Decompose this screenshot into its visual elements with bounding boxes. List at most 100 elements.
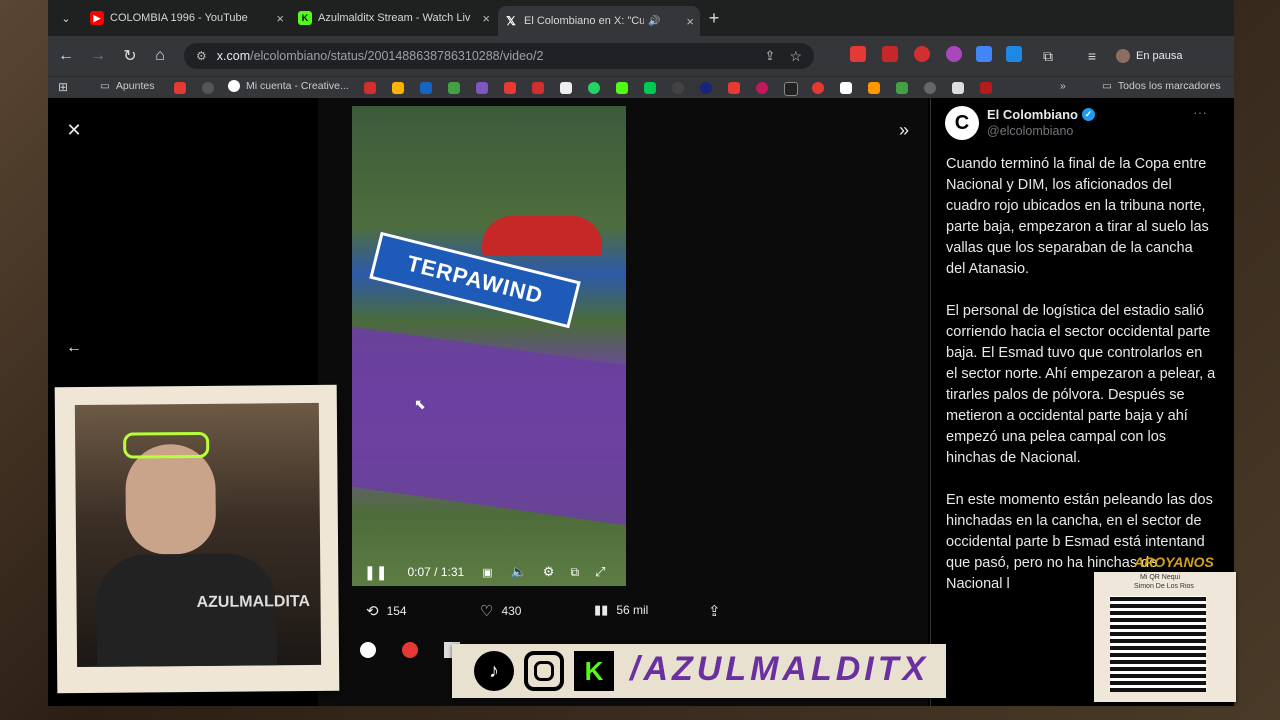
new-tab-button[interactable]: + [702,6,726,30]
tab-search-chevron-icon[interactable]: ⌄ [54,6,78,30]
bookmark-mi-cuenta[interactable]: Mi cuenta - Creative... [228,80,349,92]
translate-icon[interactable] [976,46,992,62]
bookmark-folder-apuntes[interactable]: ▭ Apuntes [100,80,154,92]
bookmark-icon[interactable] [952,82,964,94]
extension-icon[interactable] [946,46,962,62]
bookmark-icon[interactable] [202,82,214,94]
tab-label: Azulmalditx Stream - Watch Liv [318,12,471,24]
social-banner: ♪ K /AZULMALDITX [452,644,946,698]
close-tab-icon[interactable]: × [476,11,496,26]
bookmark-icon[interactable] [700,82,712,94]
volume-icon[interactable]: 🔈 [511,564,527,580]
bookmark-icon[interactable] [448,82,460,94]
close-icon[interactable]: ✕ [64,120,84,140]
forward-icon[interactable]: → [86,44,110,68]
bookmark-icon[interactable] [364,82,376,94]
kick-icon[interactable] [616,82,628,94]
install-app-icon[interactable]: ⇪ [765,48,776,64]
author-handle[interactable]: @elcolombiano [987,124,1073,138]
fullscreen-icon[interactable]: ⤢ [595,564,605,580]
bookmark-icon[interactable] [728,82,740,94]
pinterest-icon[interactable] [756,82,768,94]
bookmark-icon[interactable] [174,82,186,94]
bookmark-label: Todos los marcadores [1117,80,1221,92]
qr-subtitle: Mi QR Nequi [1140,574,1181,581]
bookmark-icon[interactable] [868,82,880,94]
extension-icon[interactable] [850,46,866,62]
apps-grid-icon[interactable]: ⊞ [58,80,68,94]
picture-in-picture-icon[interactable]: ⧉ [570,565,579,580]
bookmark-star-icon[interactable]: ☆ [789,48,802,65]
tab-x-elcolombiano[interactable]: 𝕏 El Colombiano en X: "Cuand 🔊 × [498,6,700,36]
bookmark-icon[interactable] [896,82,908,94]
video-controls: ❚❚ 0:07 / 1:31 ▣ 🔈 ⚙ ⧉ ⤢ [352,558,626,586]
tab-kick[interactable]: K Azulmalditx Stream - Watch Liv × [292,6,496,30]
app-icon[interactable] [360,642,376,658]
video-player[interactable]: TERPAWIND ⬉ [352,106,626,586]
bookmark-icon[interactable] [504,82,516,94]
avatar[interactable]: C [945,106,979,140]
author-name: El Colombiano [987,107,1078,122]
tab-label: COLOMBIA 1996 - YouTube [110,12,248,24]
extension-icon[interactable] [882,46,898,62]
bookmark-icon[interactable] [532,82,544,94]
pause-icon[interactable]: ❚❚ [364,564,387,581]
bookmark-icon[interactable] [980,82,992,94]
avatar [1116,49,1130,63]
qr-name: Simon De Los Rios [1134,583,1194,590]
url-path: /elcolombiano/status/2001488638786310288… [250,49,544,63]
collapse-chevron-icon[interactable]: » [894,120,914,140]
bookmark-icon[interactable] [784,82,798,96]
like-count: 430 [501,604,522,618]
bookmark-icon[interactable] [392,82,404,94]
settings-gear-icon[interactable]: ⚙ [543,564,555,580]
site-info-icon[interactable]: ⚙ [196,49,207,63]
media-control-icon[interactable]: ≡ [1080,44,1104,68]
bookmark-icon[interactable] [924,82,936,94]
share-button[interactable]: ⇪ [708,602,721,620]
video-banner-cloth [352,326,626,526]
like-button[interactable]: ♡ 430 [480,602,521,620]
shirt-print: AZULMALDITA [196,593,311,612]
tab-youtube[interactable]: ▶ COLOMBIA 1996 - YouTube × [84,6,290,30]
bookmark-icon[interactable] [840,82,852,94]
bookmark-label: Apuntes [115,80,155,92]
bookmark-icon[interactable] [672,82,684,94]
back-icon[interactable]: ← [54,44,78,68]
adblock-icon[interactable] [914,46,930,62]
creative-icon [228,80,240,92]
author-name-row[interactable]: El Colombiano ✓ [987,107,1095,122]
close-tab-icon[interactable]: × [270,11,290,26]
close-tab-icon[interactable]: × [680,14,700,29]
tiktok-icon: ♪ [474,651,514,691]
audio-playing-icon[interactable]: 🔊 [648,16,660,27]
extensions-puzzle-icon[interactable]: ⧉ [1036,44,1060,68]
streamer-face [125,443,217,555]
previous-arrow-icon[interactable]: ← [64,338,84,358]
instagram-icon [524,651,564,691]
more-bookmarks-icon[interactable]: » [1060,80,1066,92]
kick-icon: K [574,651,614,691]
more-options-icon[interactable]: ··· [1193,104,1207,120]
bookmark-icon[interactable] [644,82,656,94]
views-button[interactable]: ▮▮ 56 mil [594,602,648,618]
bookmark-icon[interactable] [812,82,824,94]
reload-icon[interactable]: ↻ [118,44,142,68]
profile-button[interactable]: En pausa [1116,44,1182,68]
app-icon[interactable] [402,642,418,658]
bookmark-icon[interactable] [560,82,572,94]
extension-icon[interactable] [1006,46,1022,62]
bookmark-icon[interactable] [476,82,488,94]
bookmark-folder-todos[interactable]: ▭ Todos los marcadores [1102,80,1221,92]
bookmark-icon[interactable] [420,82,432,94]
tweet-paragraph: Cuando terminó la final de la Copa entre… [946,156,1209,277]
kick-icon: K [298,11,312,25]
tweet-paragraph: El personal de logística del estadio sal… [946,303,1216,466]
folder-icon: ▭ [100,80,110,92]
browser-toolbar: ← → ↻ ⌂ ⚙ x.com/elcolombiano/status/2001… [48,36,1234,76]
whatsapp-icon[interactable] [588,82,600,94]
captions-icon[interactable]: ▣ [482,566,492,579]
address-bar[interactable]: ⚙ x.com/elcolombiano/status/200148863878… [184,43,814,69]
repost-button[interactable]: ⟲ 154 [366,602,407,620]
home-icon[interactable]: ⌂ [148,44,172,68]
